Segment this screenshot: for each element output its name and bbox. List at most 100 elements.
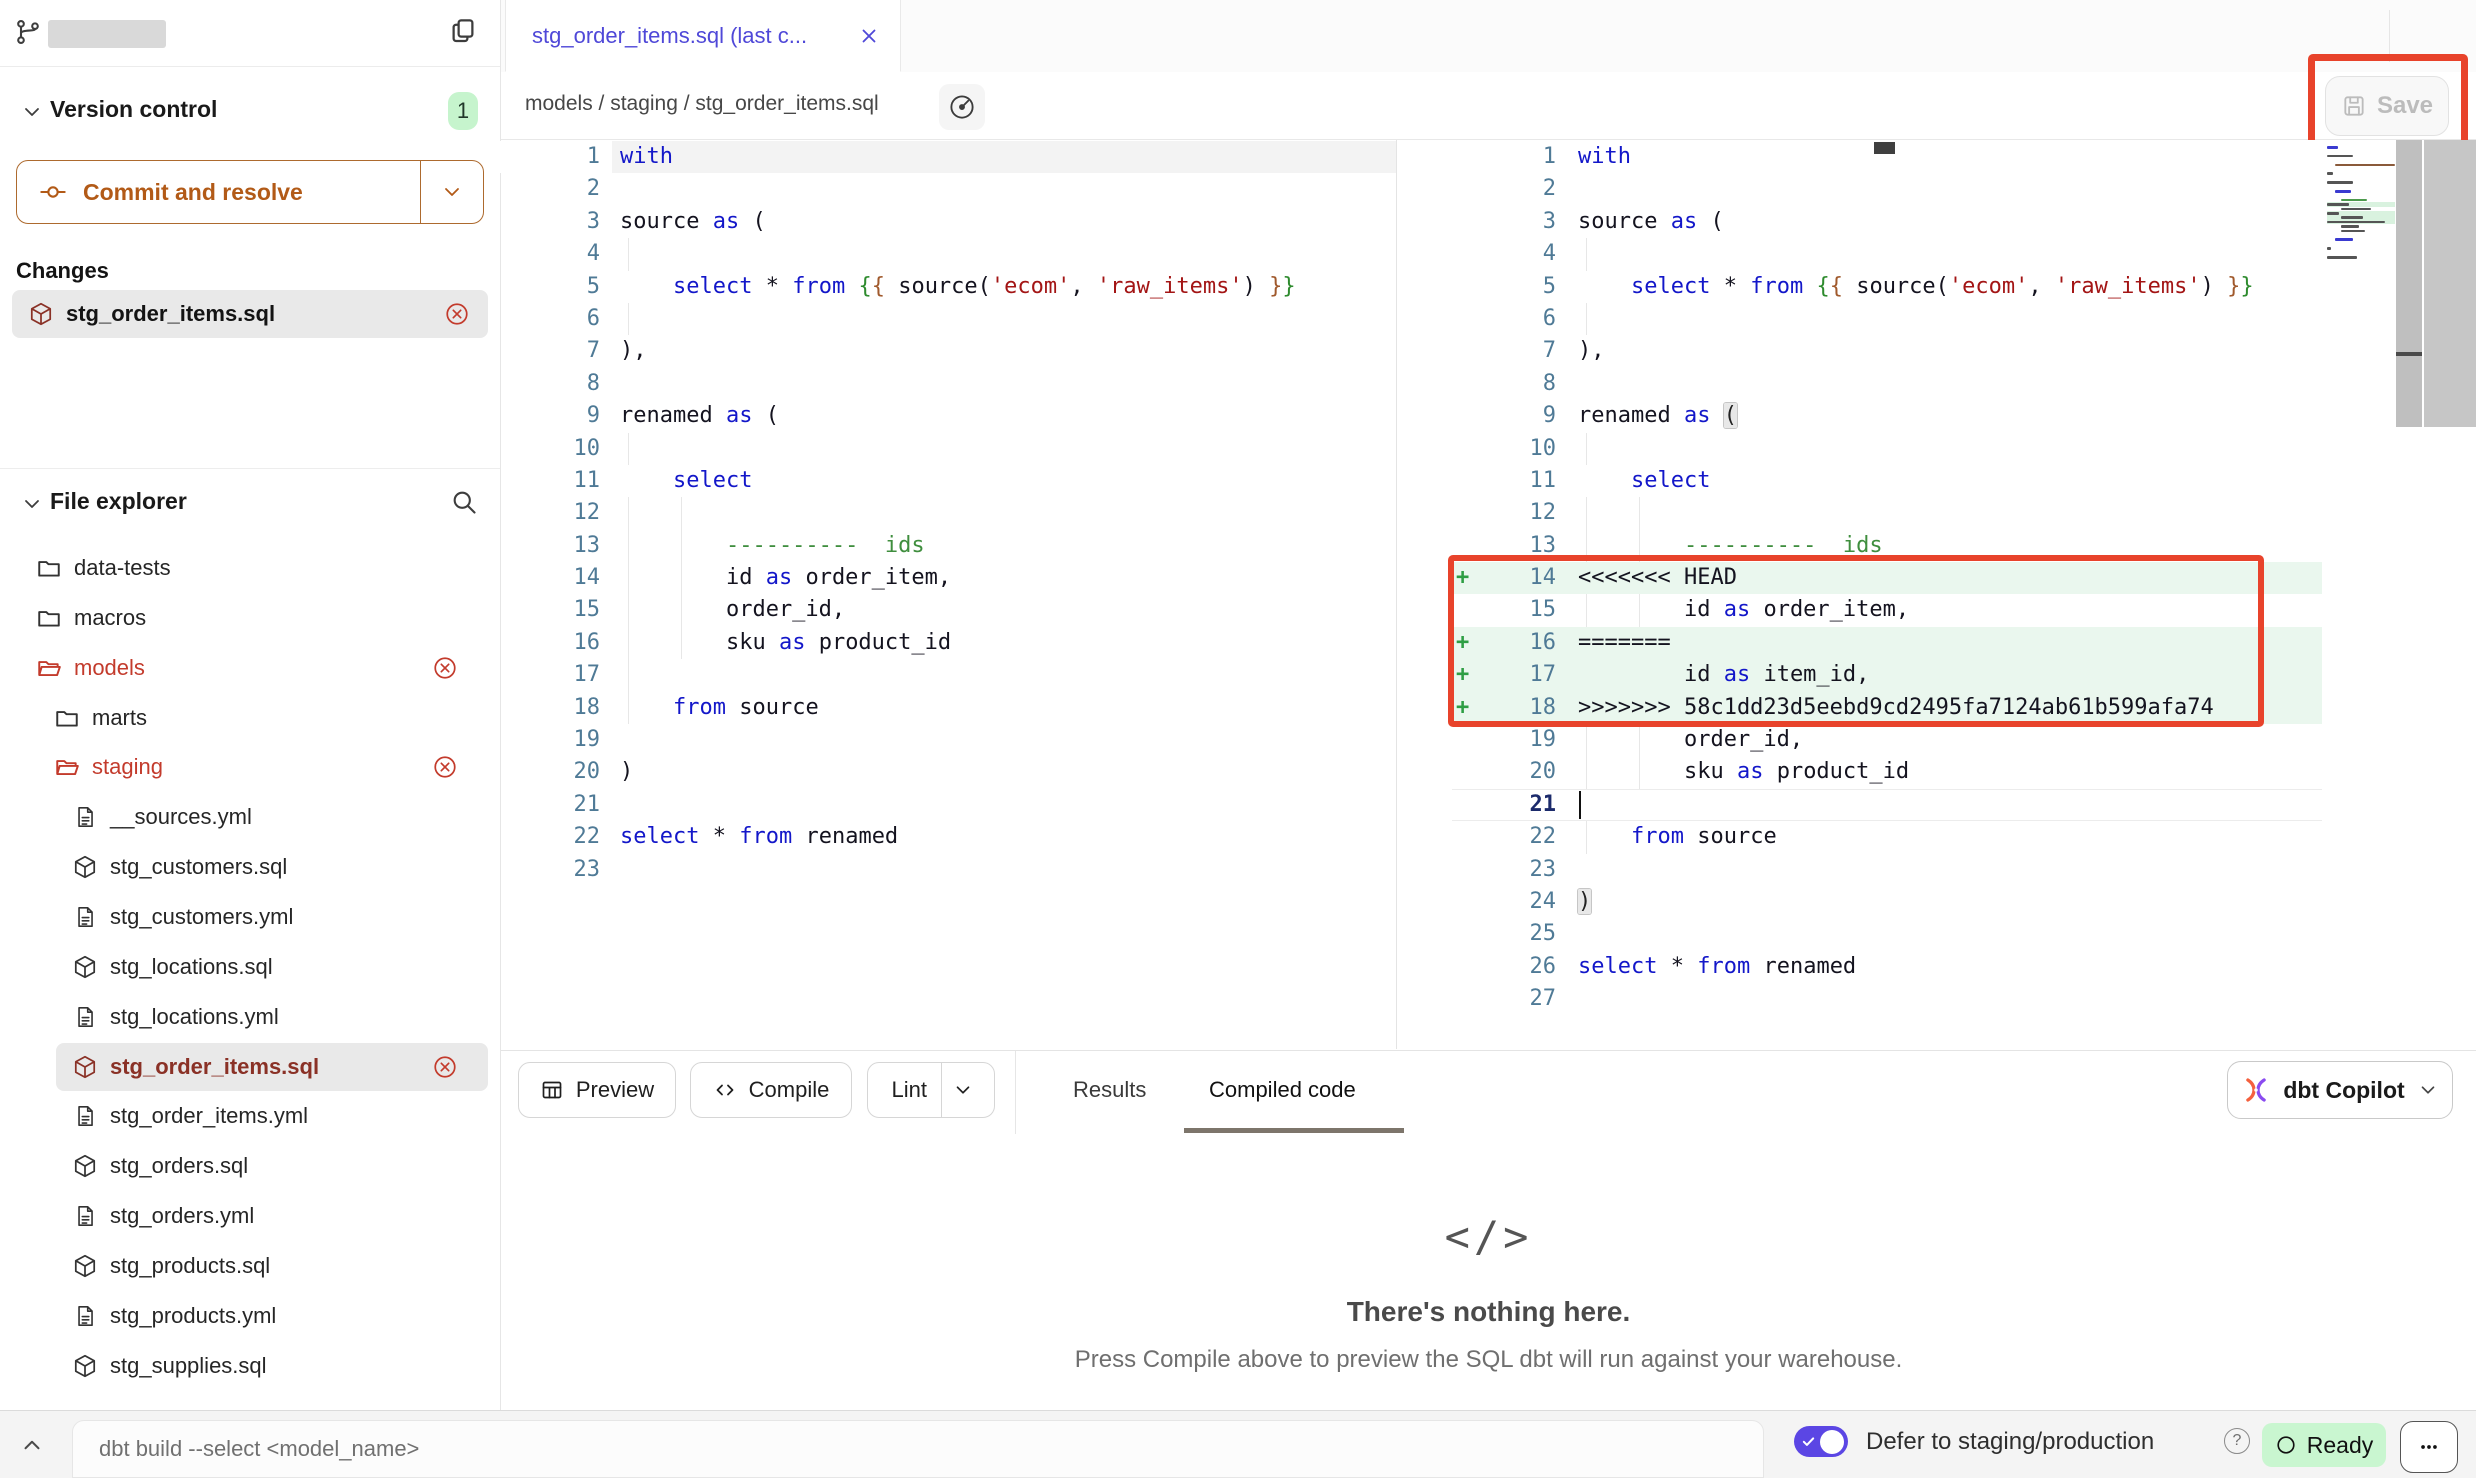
code-line-26[interactable]: 26select * from renamed bbox=[1452, 951, 2322, 983]
code-line-8[interactable]: 8 bbox=[500, 368, 1396, 400]
file-tree-item-stg-products-yml[interactable]: stg_products.yml bbox=[0, 1291, 500, 1341]
code-line-23[interactable]: 23 bbox=[500, 854, 1396, 886]
code-line-22[interactable]: 22 from source bbox=[1452, 821, 2322, 853]
code-line-21[interactable]: 21 bbox=[500, 789, 1396, 821]
version-control-chevron-icon[interactable] bbox=[20, 100, 44, 124]
code-line-13[interactable]: 13 ---------- ids bbox=[500, 530, 1396, 562]
breadcrumb[interactable]: models / staging / stg_order_items.sql bbox=[525, 92, 879, 116]
file-explorer-header[interactable]: File explorer bbox=[50, 488, 187, 515]
code-line-22[interactable]: 22select * from renamed bbox=[500, 821, 1396, 853]
git-branch-icon[interactable] bbox=[14, 18, 42, 46]
tab-results[interactable]: Results bbox=[1073, 1077, 1146, 1103]
file-tree-item-staging[interactable]: staging bbox=[0, 742, 500, 792]
code-line-11[interactable]: 11 select bbox=[500, 465, 1396, 497]
file-tree-item-stg-customers-yml[interactable]: stg_customers.yml bbox=[0, 892, 500, 942]
code-line-19[interactable]: 19 order_id, bbox=[1452, 724, 2322, 756]
changed-file-row[interactable]: stg_order_items.sql bbox=[12, 290, 488, 338]
file-tree-item-stg-locations-sql[interactable]: stg_locations.sql bbox=[0, 942, 500, 992]
code-line-6[interactable]: 6 bbox=[500, 303, 1396, 335]
code-line-15[interactable]: 15 order_id, bbox=[500, 594, 1396, 626]
code-line-19[interactable]: 19 bbox=[500, 724, 1396, 756]
file-tree-item-marts[interactable]: marts bbox=[0, 693, 500, 743]
code-line-16[interactable]: +16======= bbox=[1452, 627, 2322, 659]
minimap-slider[interactable] bbox=[2396, 140, 2422, 427]
search-icon[interactable] bbox=[450, 488, 478, 516]
code-line-6[interactable]: 6 bbox=[1452, 303, 2322, 335]
code-line-3[interactable]: 3source as ( bbox=[500, 206, 1396, 238]
code-line-17[interactable]: +17 id as item_id, bbox=[1452, 659, 2322, 691]
lint-dropdown-button[interactable] bbox=[942, 1079, 984, 1101]
code-line-5[interactable]: 5 select * from {{ source('ecom', 'raw_i… bbox=[500, 271, 1396, 303]
dbt-copilot-button[interactable]: dbt Copilot bbox=[2227, 1061, 2453, 1119]
more-options-button[interactable] bbox=[2400, 1421, 2458, 1473]
commit-dropdown-button[interactable] bbox=[421, 180, 483, 204]
code-line-7[interactable]: 7), bbox=[500, 335, 1396, 367]
code-line-12[interactable]: 12 bbox=[500, 497, 1396, 529]
code-line-1[interactable]: 1with bbox=[1452, 141, 2322, 173]
code-line-15[interactable]: 15 id as order_item, bbox=[1452, 594, 2322, 626]
code-line-4[interactable]: 4 bbox=[1452, 238, 2322, 270]
code-line-1[interactable]: 1with bbox=[500, 141, 1396, 173]
conflict-circled-x-icon[interactable] bbox=[432, 655, 458, 681]
code-line-14[interactable]: 14 id as order_item, bbox=[500, 562, 1396, 594]
code-line-24[interactable]: 24) bbox=[1452, 886, 2322, 918]
code-line-20[interactable]: 20 sku as product_id bbox=[1452, 756, 2322, 788]
tab-compiled-code[interactable]: Compiled code bbox=[1209, 1077, 1356, 1103]
code-line-5[interactable]: 5 select * from {{ source('ecom', 'raw_i… bbox=[1452, 271, 2322, 303]
editor-pane-original[interactable]: 1with23source as (45 select * from {{ so… bbox=[500, 141, 1396, 886]
code-line-10[interactable]: 10 bbox=[500, 433, 1396, 465]
tab-close-icon[interactable] bbox=[858, 25, 880, 47]
code-line-23[interactable]: 23 bbox=[1452, 854, 2322, 886]
file-tree-item-stg-supplies-sql[interactable]: stg_supplies.sql bbox=[0, 1341, 500, 1391]
compile-button[interactable]: Compile bbox=[690, 1062, 852, 1118]
file-tree-item-stg-orders-yml[interactable]: stg_orders.yml bbox=[0, 1191, 500, 1241]
code-line-12[interactable]: 12 bbox=[1452, 497, 2322, 529]
code-line-18[interactable]: +18>>>>>>> 58c1dd23d5eebd9cd2495fa7124ab… bbox=[1452, 692, 2322, 724]
code-line-4[interactable]: 4 bbox=[500, 238, 1396, 270]
code-line-9[interactable]: 9renamed as ( bbox=[1452, 400, 2322, 432]
code-line-9[interactable]: 9renamed as ( bbox=[500, 400, 1396, 432]
lineage-icon[interactable] bbox=[939, 84, 985, 130]
file-tree-item-data-tests[interactable]: data-tests bbox=[0, 543, 500, 593]
file-tree-item-stg-locations-yml[interactable]: stg_locations.yml bbox=[0, 992, 500, 1042]
discard-change-icon[interactable] bbox=[444, 301, 470, 327]
code-line-20[interactable]: 20) bbox=[500, 756, 1396, 788]
code-line-18[interactable]: 18 from source bbox=[500, 692, 1396, 724]
file-tree-item-models[interactable]: models bbox=[0, 643, 500, 693]
lint-button[interactable]: Lint bbox=[867, 1062, 995, 1118]
file-tree-item-stg-customers-sql[interactable]: stg_customers.sql bbox=[0, 842, 500, 892]
code-line-21[interactable]: 21 bbox=[1452, 789, 2322, 821]
version-control-header[interactable]: Version control bbox=[50, 96, 217, 123]
code-line-17[interactable]: 17 bbox=[500, 659, 1396, 691]
file-tree-item-stg-order-items-sql[interactable]: stg_order_items.sql bbox=[0, 1042, 500, 1092]
editor-pane-current[interactable]: 1with23source as (45 select * from {{ so… bbox=[1452, 141, 2322, 1016]
file-tree-item-stg-orders-sql[interactable]: stg_orders.sql bbox=[0, 1141, 500, 1191]
minimap[interactable] bbox=[2327, 146, 2395, 436]
conflict-circled-x-icon[interactable] bbox=[432, 1054, 458, 1080]
editor-scrollbar-thumb[interactable] bbox=[2424, 140, 2476, 427]
preview-button[interactable]: Preview bbox=[518, 1062, 676, 1118]
file-tree-item--sources-yml[interactable]: __sources.yml bbox=[0, 792, 500, 842]
help-icon[interactable]: ? bbox=[2224, 1428, 2250, 1454]
collapse-chevron-up-icon[interactable] bbox=[12, 1427, 52, 1463]
defer-toggle[interactable] bbox=[1794, 1426, 1848, 1457]
code-line-25[interactable]: 25 bbox=[1452, 918, 2322, 950]
code-line-3[interactable]: 3source as ( bbox=[1452, 206, 2322, 238]
save-button[interactable]: Save bbox=[2325, 76, 2449, 136]
file-explorer-chevron-icon[interactable] bbox=[20, 492, 44, 516]
code-line-14[interactable]: +14<<<<<<< HEAD bbox=[1452, 562, 2322, 594]
code-line-10[interactable]: 10 bbox=[1452, 433, 2322, 465]
code-line-16[interactable]: 16 sku as product_id bbox=[500, 627, 1396, 659]
code-line-7[interactable]: 7), bbox=[1452, 335, 2322, 367]
code-line-8[interactable]: 8 bbox=[1452, 368, 2322, 400]
file-tree-item-macros[interactable]: macros bbox=[0, 593, 500, 643]
code-line-27[interactable]: 27 bbox=[1452, 983, 2322, 1015]
command-input[interactable] bbox=[72, 1420, 1764, 1478]
tab-stg-order-items[interactable]: stg_order_items.sql (last c... bbox=[505, 0, 901, 72]
file-tree-item-stg-products-sql[interactable]: stg_products.sql bbox=[0, 1241, 500, 1291]
commit-and-resolve-button[interactable]: Commit and resolve bbox=[16, 160, 484, 224]
code-line-2[interactable]: 2 bbox=[1452, 173, 2322, 205]
conflict-circled-x-icon[interactable] bbox=[432, 754, 458, 780]
code-line-13[interactable]: 13 ---------- ids bbox=[1452, 530, 2322, 562]
file-tree-item-stg-order-items-yml[interactable]: stg_order_items.yml bbox=[0, 1091, 500, 1141]
